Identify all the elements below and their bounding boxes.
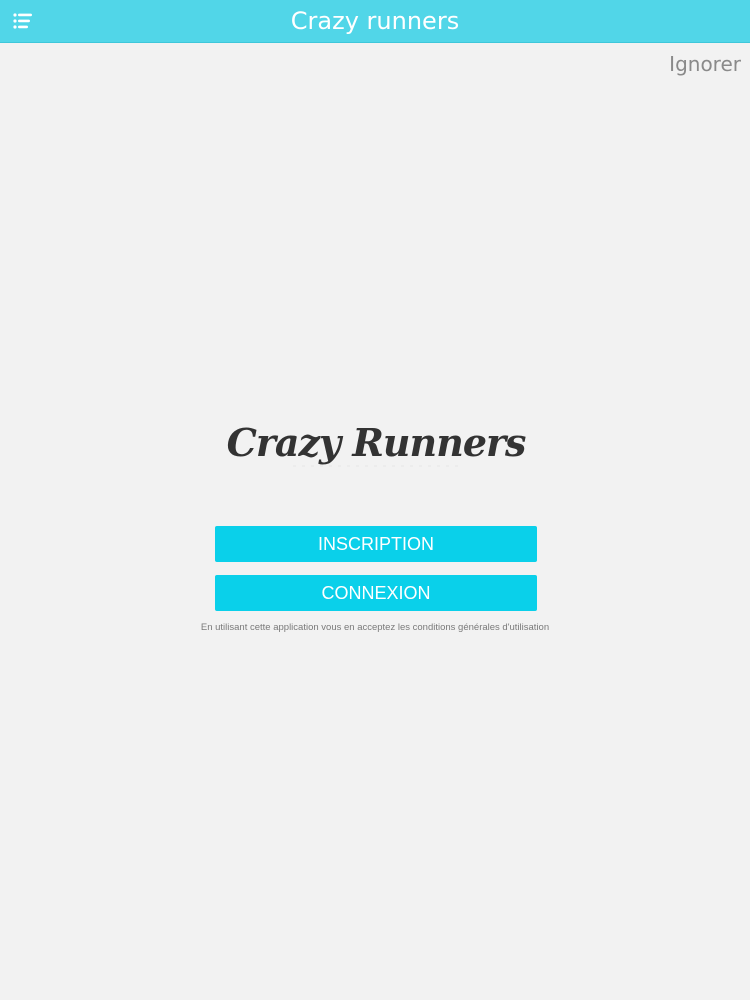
terms-notice: En utilisant cette application vous en a… (200, 622, 550, 633)
menu-list-icon[interactable] (12, 11, 36, 31)
signup-button[interactable]: INSCRIPTION (215, 526, 537, 562)
app-screen: Crazy runners Ignorer Crazy Runners INSC… (0, 0, 750, 1000)
login-button[interactable]: CONNEXION (215, 575, 537, 611)
page-title: Crazy runners (290, 7, 460, 35)
skip-link[interactable]: Ignorer (669, 52, 741, 76)
top-navbar: Crazy runners (0, 0, 750, 43)
svg-text:Crazy Runners: Crazy Runners (227, 420, 526, 465)
crazy-runners-logo: Crazy Runners (215, 410, 537, 480)
